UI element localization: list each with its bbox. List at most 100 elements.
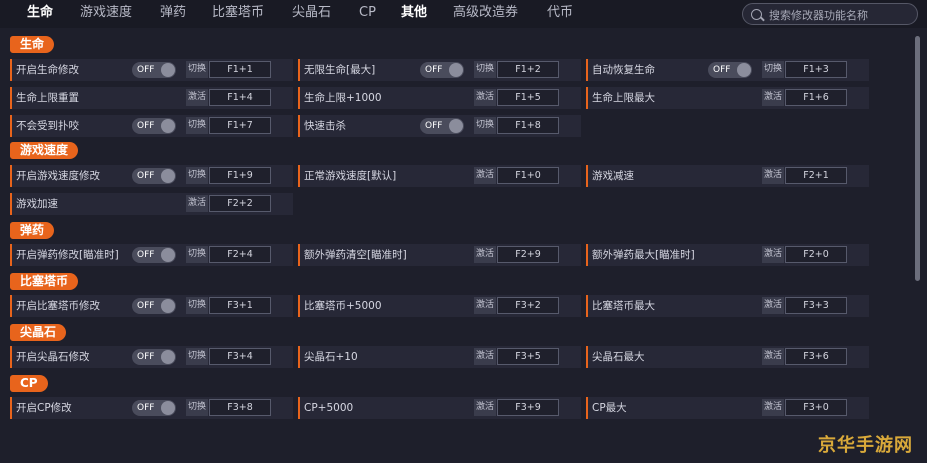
search-box[interactable] bbox=[742, 3, 918, 25]
toggle-state: OFF bbox=[137, 171, 155, 181]
hotkey-field[interactable]: F3+5 bbox=[497, 348, 559, 365]
tab-ammo[interactable]: 弹药 bbox=[160, 4, 186, 22]
option-row[interactable]: 生命上限最大 激活 F1+6 bbox=[586, 87, 869, 109]
hotkey-field[interactable]: F1+4 bbox=[209, 89, 271, 106]
option-row[interactable]: CP+5000 激活 F3+9 bbox=[298, 397, 581, 419]
option-row[interactable]: 额外弹药最大[瞄准时] 激活 F2+0 bbox=[586, 244, 869, 266]
hotkey-type: 激活 bbox=[186, 195, 208, 212]
section-header-cp: CP bbox=[10, 375, 48, 392]
option-label: CP最大 bbox=[592, 402, 627, 414]
toggle-switch[interactable]: OFF bbox=[132, 349, 176, 365]
hotkey-field[interactable]: F3+0 bbox=[785, 399, 847, 416]
hotkey-type: 激活 bbox=[474, 297, 496, 314]
option-row[interactable]: 游戏加速 激活 F2+2 bbox=[10, 193, 293, 215]
hotkey-field[interactable]: F3+8 bbox=[209, 399, 271, 416]
tab-token[interactable]: 代币 bbox=[547, 4, 573, 22]
option-label: 开启比塞塔币修改 bbox=[16, 300, 100, 312]
hotkey-type: 激活 bbox=[762, 399, 784, 416]
hotkey-field[interactable]: F1+6 bbox=[785, 89, 847, 106]
option-row[interactable]: 尖晶石+10 激活 F3+5 bbox=[298, 346, 581, 368]
toggle-switch[interactable]: OFF bbox=[132, 62, 176, 78]
hotkey-field[interactable]: F2+1 bbox=[785, 167, 847, 184]
option-label: 比塞塔币+5000 bbox=[304, 300, 382, 312]
toggle-switch[interactable]: OFF bbox=[132, 168, 176, 184]
search-input[interactable] bbox=[767, 6, 917, 24]
toggle-switch[interactable]: OFF bbox=[420, 62, 464, 78]
toggle-switch[interactable]: OFF bbox=[132, 247, 176, 263]
hotkey-field[interactable]: F1+3 bbox=[785, 61, 847, 78]
option-row[interactable]: 游戏减速 激活 F2+1 bbox=[586, 165, 869, 187]
tab-peseta[interactable]: 比塞塔币 bbox=[212, 4, 264, 22]
option-label: 游戏减速 bbox=[592, 170, 634, 182]
toggle-state: OFF bbox=[137, 352, 155, 362]
option-label: 比塞塔币最大 bbox=[592, 300, 655, 312]
option-row[interactable]: 比塞塔币最大 激活 F3+3 bbox=[586, 295, 869, 317]
toggle-switch[interactable]: OFF bbox=[420, 118, 464, 134]
tab-spinel[interactable]: 尖晶石 bbox=[292, 4, 331, 22]
hotkey-field[interactable]: F2+0 bbox=[785, 246, 847, 263]
hotkey-field[interactable]: F1+9 bbox=[209, 167, 271, 184]
hotkey-field[interactable]: F3+2 bbox=[497, 297, 559, 314]
hotkey-field[interactable]: F1+2 bbox=[497, 61, 559, 78]
toggle-state: OFF bbox=[713, 65, 731, 75]
tab-advanced-ticket[interactable]: 高级改造券 bbox=[453, 4, 518, 22]
hotkey-type: 切换 bbox=[186, 399, 208, 416]
hotkey-field[interactable]: F2+4 bbox=[209, 246, 271, 263]
toggle-state: OFF bbox=[137, 403, 155, 413]
tab-life[interactable]: 生命 bbox=[27, 4, 53, 22]
hotkey-type: 激活 bbox=[762, 297, 784, 314]
option-label: 开启弹药修改[瞄准时] bbox=[16, 249, 119, 261]
option-row: 开启比塞塔币修改 OFF 切换 F3+1 bbox=[10, 295, 293, 317]
hotkey-field[interactable]: F2+2 bbox=[209, 195, 271, 212]
hotkey-field[interactable]: F3+6 bbox=[785, 348, 847, 365]
option-row[interactable]: 尖晶石最大 激活 F3+6 bbox=[586, 346, 869, 368]
toggle-switch[interactable]: OFF bbox=[132, 118, 176, 134]
option-row: 开启弹药修改[瞄准时] OFF 切换 F2+4 bbox=[10, 244, 293, 266]
option-label: 开启尖晶石修改 bbox=[16, 351, 90, 363]
hotkey-type: 激活 bbox=[474, 399, 496, 416]
hotkey-type: 切换 bbox=[186, 246, 208, 263]
option-row: 不会受到扑咬 OFF 切换 F1+7 bbox=[10, 115, 293, 137]
option-label: 开启生命修改 bbox=[16, 64, 79, 76]
toggle-state: OFF bbox=[425, 65, 443, 75]
toggle-switch[interactable]: OFF bbox=[132, 298, 176, 314]
option-row[interactable]: CP最大 激活 F3+0 bbox=[586, 397, 869, 419]
option-label: 开启CP修改 bbox=[16, 402, 72, 414]
option-row[interactable]: 正常游戏速度[默认] 激活 F1+0 bbox=[298, 165, 581, 187]
toggle-state: OFF bbox=[137, 301, 155, 311]
hotkey-type: 切换 bbox=[186, 117, 208, 134]
option-label: 生命上限+1000 bbox=[304, 92, 382, 104]
hotkey-type: 激活 bbox=[762, 246, 784, 263]
hotkey-field[interactable]: F1+0 bbox=[497, 167, 559, 184]
hotkey-field[interactable]: F3+9 bbox=[497, 399, 559, 416]
option-row: 开启尖晶石修改 OFF 切换 F3+4 bbox=[10, 346, 293, 368]
option-row[interactable]: 生命上限+1000 激活 F1+5 bbox=[298, 87, 581, 109]
option-label: 不会受到扑咬 bbox=[16, 120, 79, 132]
option-label: 尖晶石+10 bbox=[304, 351, 358, 363]
tab-game-speed[interactable]: 游戏速度 bbox=[80, 4, 132, 22]
hotkey-field[interactable]: F1+5 bbox=[497, 89, 559, 106]
hotkey-field[interactable]: F1+8 bbox=[497, 117, 559, 134]
tab-other[interactable]: 其他 bbox=[401, 4, 427, 22]
hotkey-field[interactable]: F3+1 bbox=[209, 297, 271, 314]
hotkey-field[interactable]: F1+7 bbox=[209, 117, 271, 134]
hotkey-field[interactable]: F3+3 bbox=[785, 297, 847, 314]
option-label: 开启游戏速度修改 bbox=[16, 170, 100, 182]
hotkey-type: 激活 bbox=[474, 167, 496, 184]
option-row[interactable]: 生命上限重置 激活 F1+4 bbox=[10, 87, 293, 109]
hotkey-type: 激活 bbox=[186, 89, 208, 106]
tab-cp[interactable]: CP bbox=[359, 4, 376, 22]
option-row[interactable]: 额外弹药清空[瞄准时] 激活 F2+9 bbox=[298, 244, 581, 266]
hotkey-field[interactable]: F3+4 bbox=[209, 348, 271, 365]
toggle-switch[interactable]: OFF bbox=[132, 400, 176, 416]
scrollbar[interactable] bbox=[915, 36, 920, 281]
option-row: 无限生命[最大] OFF 切换 F1+2 bbox=[298, 59, 581, 81]
option-label: 正常游戏速度[默认] bbox=[304, 170, 397, 182]
hotkey-type: 切换 bbox=[186, 61, 208, 78]
option-label: 生命上限最大 bbox=[592, 92, 655, 104]
option-row: 开启CP修改 OFF 切换 F3+8 bbox=[10, 397, 293, 419]
hotkey-field[interactable]: F1+1 bbox=[209, 61, 271, 78]
toggle-switch[interactable]: OFF bbox=[708, 62, 752, 78]
option-row[interactable]: 比塞塔币+5000 激活 F3+2 bbox=[298, 295, 581, 317]
hotkey-field[interactable]: F2+9 bbox=[497, 246, 559, 263]
